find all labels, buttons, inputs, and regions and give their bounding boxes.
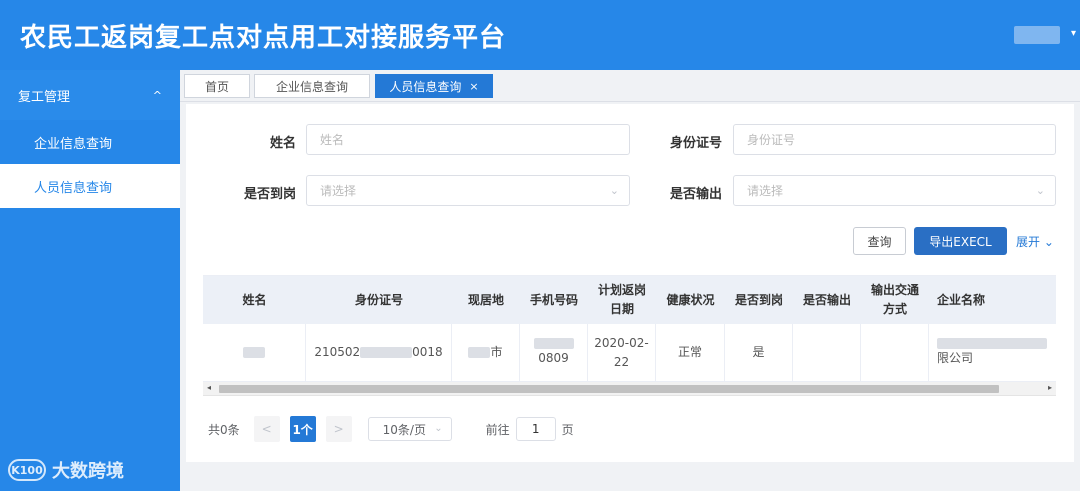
col-plan-date-line1: 计划返岗 [597,283,646,297]
query-button[interactable]: 查询 [853,227,906,255]
redacted-block [937,337,1047,349]
scroll-left-icon[interactable]: ◂ [207,383,211,392]
cell-onduty: 是 [725,324,793,381]
tab-label: 首页 [204,79,229,94]
sidebar-group-resumption[interactable]: 复工管理 ^ [0,70,180,120]
app-title: 农民工返岗复工点对点用工对接服务平台 [20,23,507,53]
page-size-value: 10条/页 [382,422,426,437]
main-panel: 姓名 姓名 身份证号 身份证号 是否到岗 请选择 ⌄ 是否输出 请选择 ⌄ 查询… [186,104,1074,462]
col-company[interactable]: 企业名称 [929,276,1056,324]
watermark: K100 大数跨境 [8,457,124,483]
cell-id: 210502 0018 [306,324,452,381]
tab-person-query[interactable]: 人员信息查询 × [375,74,493,98]
col-onduty[interactable]: 是否到岗 [725,276,793,324]
horizontal-scrollbar[interactable]: ◂ ▸ [203,382,1056,396]
col-phone[interactable]: 手机号码 [520,276,588,324]
export-button[interactable]: 导出EXECL [914,227,1007,255]
date-line2: 22 [613,354,630,369]
cell-phone: 0809 [520,324,588,381]
id-prefix: 210502 [314,345,361,359]
tabs-bar: 首页 企业信息查询 人员信息查询 × [180,70,1080,102]
tab-company-query[interactable]: 企业信息查询 [254,74,370,98]
redacted-block [468,347,491,358]
pagination: 共0条 < 1个 > 10条/页 ⌄ 前往 1 页 [208,416,574,442]
tab-label: 企业信息查询 [275,79,348,94]
chevron-down-icon: ⌄ [609,184,619,197]
chevron-up-icon: ^ [152,88,162,102]
prev-page-button[interactable]: < [253,416,280,442]
caret-down-icon[interactable]: ▾ [1071,28,1076,39]
person-table: 姓名 身份证号 现居地 手机号码 计划返岗 日期 健康状况 是否到岗 是否输出 … [203,275,1056,396]
col-plan-date-line2: 日期 [609,302,634,316]
total-count: 共0条 [208,422,240,437]
redacted-block [360,347,413,358]
user-menu[interactable] [1014,26,1060,44]
next-page-button[interactable]: > [325,416,352,442]
table-header: 姓名 身份证号 现居地 手机号码 计划返岗 日期 健康状况 是否到岗 是否输出 … [203,276,1056,324]
company-tail: 限公司 [937,350,974,365]
col-name[interactable]: 姓名 [203,276,306,324]
scrollbar-thumb[interactable] [219,385,999,393]
sidebar-item-company-query[interactable]: 企业信息查询 [0,120,180,164]
id-label: 身份证号 [669,136,722,151]
sidebar-item-person-query[interactable]: 人员信息查询 [0,164,180,208]
sidebar: 复工管理 ^ 企业信息查询 人员信息查询 K100 大数跨境 [0,70,180,491]
top-header: 农民工返岗复工点对点用工对接服务平台 ▾ [0,0,1080,70]
date-line1: 2020-02- [594,335,649,350]
goto-page-input[interactable]: 1 [515,417,556,441]
scroll-right-icon[interactable]: ▸ [1048,383,1052,392]
export-label: 是否输出 [669,187,722,202]
page-size-select[interactable]: 10条/页 ⌄ [367,417,452,441]
page-number-current[interactable]: 1个 [289,416,316,442]
table-row[interactable]: 210502 0018 市 0809 2020-02- 22 正常 是 限公司 [203,324,1056,382]
cell-transport [861,324,929,381]
city-text: 市 [490,345,503,359]
name-input[interactable]: 姓名 [306,124,630,155]
onduty-placeholder: 请选择 [320,184,357,198]
id-suffix: 0018 [412,345,443,359]
col-id[interactable]: 身份证号 [306,276,452,324]
onduty-label: 是否到岗 [243,187,296,202]
goto-label: 前往 [485,422,510,437]
cell-health: 正常 [656,324,725,381]
tab-home[interactable]: 首页 [184,74,250,98]
col-address[interactable]: 现居地 [452,276,520,324]
close-icon[interactable]: × [469,80,478,93]
page-unit-label: 页 [561,422,574,437]
col-transport-line1: 输出交通 [870,283,919,297]
redacted-block [243,347,265,358]
cell-export [793,324,861,381]
col-transport-line2: 方式 [882,302,907,316]
expand-link[interactable]: 展开 ⌄ [1016,233,1054,250]
redacted-block [533,337,574,349]
phone-tail: 0809 [538,350,569,365]
export-placeholder: 请选择 [747,184,784,198]
cell-company: 限公司 [929,324,1056,381]
col-export[interactable]: 是否输出 [793,276,861,324]
col-health[interactable]: 健康状况 [656,276,725,324]
id-input[interactable]: 身份证号 [733,124,1056,155]
name-label: 姓名 [269,136,296,151]
watermark-text: 大数跨境 [52,461,124,482]
cell-plan-date: 2020-02- 22 [588,324,656,381]
chevron-down-icon: ⌄ [434,423,443,434]
watermark-logo: K100 [8,459,46,481]
chevron-down-icon: ⌄ [1035,184,1045,197]
sidebar-group-label: 复工管理 [18,89,71,105]
col-plan-date[interactable]: 计划返岗 日期 [588,276,656,324]
cell-address: 市 [452,324,520,381]
tab-label: 人员信息查询 [389,79,462,94]
onduty-select[interactable]: 请选择 ⌄ [306,175,630,206]
cell-name [203,324,306,381]
export-select[interactable]: 请选择 ⌄ [733,175,1056,206]
col-transport[interactable]: 输出交通 方式 [861,276,929,324]
